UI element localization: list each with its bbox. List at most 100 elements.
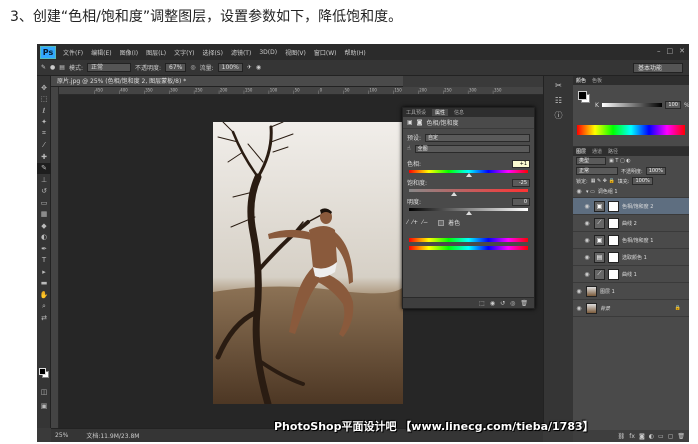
mask-icon[interactable]: ◙ bbox=[417, 119, 423, 126]
saturation-slider[interactable] bbox=[409, 189, 528, 196]
hue-slider-knob[interactable] bbox=[465, 173, 472, 177]
tab-swatches[interactable]: 色板 bbox=[592, 77, 602, 84]
screen-mode-icon[interactable]: ▣ bbox=[37, 400, 51, 412]
tab-paths[interactable]: 路径 bbox=[608, 148, 618, 155]
new-layer-icon[interactable]: ▢ bbox=[668, 433, 674, 440]
pressure-size-icon[interactable]: ◉ bbox=[256, 64, 261, 71]
eye-icon[interactable]: ◉ bbox=[583, 203, 591, 210]
blur-tool-icon[interactable]: ◆ bbox=[37, 220, 51, 232]
gradient-tool-icon[interactable]: ▦ bbox=[37, 209, 51, 221]
saturation-slider-knob[interactable] bbox=[450, 192, 457, 196]
reset-icon[interactable]: ↺ bbox=[500, 300, 505, 307]
color-panel-fg-swatch[interactable] bbox=[578, 91, 587, 100]
layer-row[interactable]: ◉ 背景 🔒 bbox=[573, 300, 689, 317]
layer-mask-thumbnail[interactable] bbox=[608, 234, 619, 246]
tab-channels[interactable]: 通道 bbox=[592, 148, 602, 155]
opacity-input[interactable]: 67% bbox=[165, 63, 187, 72]
layer-mask-thumbnail[interactable] bbox=[608, 200, 619, 212]
maximize-icon[interactable]: □ bbox=[667, 47, 674, 55]
brush-tool-icon[interactable]: ✎ bbox=[41, 64, 46, 71]
eyedropper-tool-icon[interactable]: ⁄ bbox=[37, 140, 51, 152]
targeted-adjust-icon[interactable]: ☝ bbox=[407, 145, 411, 152]
fill-input[interactable]: 100% bbox=[632, 177, 653, 185]
tab-layers[interactable]: 图层 bbox=[576, 148, 586, 155]
quick-select-tool-icon[interactable]: ✦ bbox=[37, 117, 51, 129]
clone-stamp-tool-icon[interactable]: ⊥ bbox=[37, 174, 51, 186]
eye-icon[interactable]: ◉ bbox=[575, 288, 583, 295]
tab-properties[interactable]: 属性 bbox=[432, 109, 449, 116]
menu-type[interactable]: 文字(Y) bbox=[174, 48, 194, 57]
menu-filter[interactable]: 滤镜(T) bbox=[231, 48, 251, 57]
layer-style-icon[interactable]: fx bbox=[629, 433, 635, 440]
healing-tool-icon[interactable]: ✚ bbox=[37, 151, 51, 163]
zoom-tool-icon[interactable]: ⌕ bbox=[37, 301, 51, 313]
pen-tool-icon[interactable]: ✒ bbox=[37, 243, 51, 255]
new-adjustment-icon[interactable]: ◐ bbox=[649, 433, 654, 440]
lightness-slider[interactable] bbox=[409, 208, 528, 215]
menu-help[interactable]: 帮助(H) bbox=[345, 48, 366, 57]
hue-input[interactable]: +1 bbox=[512, 159, 530, 168]
tab-tool-presets[interactable]: 工具预设 bbox=[406, 109, 426, 116]
layer-opacity-input[interactable]: 100% bbox=[645, 167, 666, 175]
k-slider[interactable] bbox=[601, 103, 662, 107]
k-input[interactable]: 100 bbox=[664, 101, 681, 109]
layer-row[interactable]: ◉ ▤ 选取颜色 1 bbox=[573, 249, 689, 266]
eye-icon[interactable]: ◉ bbox=[583, 237, 591, 244]
eyedropper-plus-icon[interactable]: ⁄+ bbox=[412, 219, 418, 226]
lightness-input[interactable]: 0 bbox=[512, 197, 530, 206]
eye-icon[interactable]: ◉ bbox=[583, 254, 591, 261]
tab-color[interactable]: 颜色 bbox=[576, 77, 586, 84]
color-spectrum[interactable] bbox=[577, 125, 685, 135]
tool-preset-icon[interactable]: ✂ bbox=[552, 79, 566, 91]
hue-slider[interactable] bbox=[409, 170, 528, 177]
properties-icon[interactable]: ☷ bbox=[552, 94, 566, 106]
channel-select[interactable]: 全图 bbox=[414, 144, 530, 153]
brush-tool-icon[interactable]: ✎ bbox=[37, 162, 51, 174]
blend-mode-select[interactable]: 正常 bbox=[576, 167, 618, 175]
quick-mask-icon[interactable]: ◫ bbox=[37, 386, 51, 398]
filter-icons[interactable]: ▣ T ▢ ◐ bbox=[609, 158, 631, 164]
workspace-select[interactable]: 基本功能 bbox=[633, 63, 683, 73]
eyedropper-minus-icon[interactable]: ⁄− bbox=[422, 219, 428, 226]
delete-adjustment-icon[interactable]: 🗑 bbox=[520, 300, 528, 307]
eye-icon[interactable]: ◉ bbox=[583, 220, 591, 227]
layer-row[interactable]: ◉ 图层 1 bbox=[573, 283, 689, 300]
menu-3d[interactable]: 3D(D) bbox=[259, 49, 277, 56]
menu-image[interactable]: 图像(I) bbox=[120, 48, 138, 57]
lock-icons[interactable]: ▦ ✎ ✥ 🔒 bbox=[591, 178, 615, 184]
eyedropper-icon[interactable]: ⁄ bbox=[407, 219, 408, 226]
document-tab[interactable]: 原片.jpg @ 25% (色相/饱和度 2, 图层蒙板/8) * bbox=[51, 76, 403, 87]
brush-preset-icon[interactable]: ● bbox=[50, 64, 55, 71]
menu-edit[interactable]: 编辑(E) bbox=[91, 48, 111, 57]
move-tool-icon[interactable]: ✥ bbox=[37, 82, 51, 94]
layer-row[interactable]: ◉ ▣ 色相/饱和度 1 bbox=[573, 232, 689, 249]
layer-row[interactable]: ◉ ▣ 色相/饱和度 2 bbox=[573, 198, 689, 215]
menu-window[interactable]: 窗口(W) bbox=[314, 48, 337, 57]
flow-input[interactable]: 100% bbox=[217, 63, 243, 72]
swap-colors-icon[interactable]: ⇄ bbox=[37, 312, 51, 324]
layer-mask-thumbnail[interactable] bbox=[608, 251, 619, 263]
eraser-tool-icon[interactable]: ▭ bbox=[37, 197, 51, 209]
menu-layer[interactable]: 图层(L) bbox=[146, 48, 166, 57]
saturation-input[interactable]: -25 bbox=[512, 178, 530, 187]
zoom-level[interactable]: 25% bbox=[55, 432, 68, 439]
menu-select[interactable]: 选择(S) bbox=[202, 48, 223, 57]
layer-mask-thumbnail[interactable] bbox=[608, 217, 619, 229]
new-group-icon[interactable]: ▭ bbox=[658, 433, 664, 440]
delete-layer-icon[interactable]: 🗑 bbox=[677, 433, 685, 440]
view-previous-icon[interactable]: ◉ bbox=[490, 300, 495, 307]
mode-select[interactable]: 正常 bbox=[86, 63, 131, 72]
lightness-slider-knob[interactable] bbox=[465, 211, 472, 215]
layer-row[interactable]: ◉ ⟋ 曲线 1 bbox=[573, 266, 689, 283]
lasso-tool-icon[interactable]: ℓ bbox=[37, 105, 51, 117]
eye-icon[interactable]: ◉ bbox=[575, 305, 583, 312]
menu-view[interactable]: 视图(V) bbox=[285, 48, 306, 57]
layer-row[interactable]: ◉ ⟋ 曲线 2 bbox=[573, 215, 689, 232]
foreground-color-swatch[interactable] bbox=[39, 368, 46, 375]
add-mask-icon[interactable]: ◙ bbox=[639, 433, 645, 440]
link-layers-icon[interactable]: ⛓ bbox=[618, 433, 626, 440]
eye-icon[interactable]: ◉ bbox=[575, 188, 583, 195]
visibility-icon[interactable]: ◎ bbox=[510, 300, 515, 307]
dodge-tool-icon[interactable]: ◐ bbox=[37, 232, 51, 244]
pressure-opacity-icon[interactable]: ◎ bbox=[190, 64, 195, 71]
